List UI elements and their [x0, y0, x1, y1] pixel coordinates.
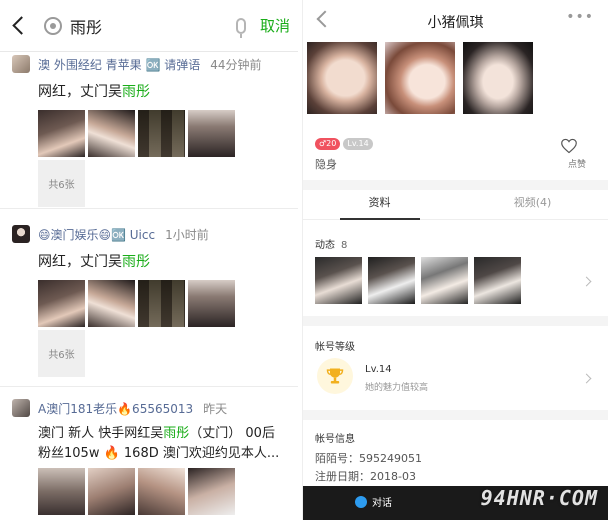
post-text-plain: 网红，丈门吴	[38, 254, 122, 270]
trophy-icon	[317, 358, 353, 394]
chat-label: 对话	[372, 498, 392, 509]
profile-photos	[303, 42, 608, 114]
dynamics-label: 动态	[315, 240, 335, 251]
more-options-icon[interactable]: •••	[566, 9, 594, 25]
chat-bubble-icon	[355, 495, 367, 508]
search-box[interactable]: 雨彤	[44, 14, 236, 38]
more-photos[interactable]: 共6张	[38, 330, 85, 377]
post-time: 1小时前	[165, 227, 209, 242]
divider	[0, 386, 298, 387]
divider	[0, 208, 298, 209]
post-header: 😄澳门娱乐😄🆗 Uicc 1小时前	[0, 224, 298, 244]
moment-post: 😄澳门娱乐😄🆗 Uicc 1小时前 网红，丈门吴雨彤 共6张	[0, 224, 298, 377]
profile-badges: ♂20 Lv.14	[315, 138, 373, 150]
post-text: 网红，丈门吴雨彤	[38, 82, 298, 102]
post-photo[interactable]	[38, 468, 85, 515]
post-text-plain: （丈门） 00后	[189, 426, 275, 441]
post-photo[interactable]	[188, 280, 235, 327]
profile-tabs: 资料 视频(4)	[303, 190, 608, 220]
profile-photo[interactable]	[307, 42, 377, 114]
avatar[interactable]	[12, 55, 30, 73]
heart-icon[interactable]	[560, 138, 578, 154]
post-header: 澳 外围经纪 青苹果 🆗 请弹语 44分钟前	[0, 54, 298, 74]
dynamics-photo[interactable]	[315, 257, 362, 304]
post-time: 44分钟前	[210, 57, 262, 72]
post-photo[interactable]	[88, 280, 135, 327]
level-badge: Lv.14	[343, 138, 373, 150]
post-author[interactable]: A澳门181老乐🔥65565013	[38, 400, 193, 417]
search-icon	[44, 16, 62, 35]
section-divider	[303, 410, 608, 420]
post-text: 澳门 新人 快手网红吴雨彤（丈门） 00后 粉丝105w 🔥 168D 澳门欢迎…	[38, 424, 298, 464]
profile-top-bar: 小猪佩琪 •••	[303, 0, 608, 42]
post-time: 昨天	[203, 401, 228, 416]
wechat-search-panel: 雨彤 取消 澳 外围经纪 青苹果 🆗 请弹语 44分钟前 网红，丈门吴雨彤 共6…	[0, 0, 298, 520]
cancel-button[interactable]: 取消	[260, 15, 290, 36]
post-images	[38, 280, 298, 327]
chat-button[interactable]: 对话	[355, 494, 392, 509]
tab-profile[interactable]: 资料	[303, 190, 456, 220]
post-author[interactable]: 澳 外围经纪 青苹果 🆗 请弹语	[38, 56, 200, 73]
post-text-plain: 澳门 新人 快手网红吴	[38, 426, 164, 441]
post-text-highlight: 雨彤	[122, 84, 150, 100]
like-button[interactable]: 点赞	[568, 157, 586, 170]
moment-post: A澳门181老乐🔥65565013 昨天 澳门 新人 快手网红吴雨彤（丈门） 0…	[0, 398, 298, 515]
post-photo[interactable]	[88, 110, 135, 157]
chevron-right-icon[interactable]	[581, 373, 592, 384]
moment-post: 澳 外围经纪 青苹果 🆗 请弹语 44分钟前 网红，丈门吴雨彤 共6张	[0, 54, 298, 207]
search-input[interactable]: 雨彤	[70, 14, 102, 38]
post-photo[interactable]	[38, 280, 85, 327]
post-images	[38, 110, 298, 157]
post-author[interactable]: 😄澳门娱乐😄🆗 Uicc	[38, 226, 155, 243]
post-text: 网红，丈门吴雨彤	[38, 252, 298, 272]
post-text-plain: 网红，丈门吴	[38, 84, 122, 100]
level-section-title: 帐号等级	[315, 342, 355, 353]
avatar[interactable]	[12, 399, 30, 417]
post-photo[interactable]	[88, 468, 135, 515]
dynamics-photo[interactable]	[474, 257, 521, 304]
momo-id: 陌陌号：595249051	[315, 452, 422, 465]
post-text-highlight: 雨彤	[163, 426, 190, 441]
dynamics-photo[interactable]	[421, 257, 468, 304]
post-photo[interactable]	[138, 468, 185, 515]
post-text-line2: 粉丝105w 🔥 168D 澳门欢迎约见本人...	[38, 446, 280, 461]
post-photo[interactable]	[188, 110, 235, 157]
online-status: 隐身	[315, 158, 337, 171]
post-photo[interactable]	[138, 280, 185, 327]
dynamics-header: 动态 8	[315, 236, 347, 251]
dynamics-count: 8	[341, 240, 348, 251]
account-level: Lv.14	[365, 364, 392, 375]
post-photo[interactable]	[188, 468, 235, 515]
chevron-right-icon[interactable]	[581, 276, 592, 287]
avatar[interactable]	[12, 225, 30, 243]
section-divider	[303, 316, 608, 326]
back-arrow-icon[interactable]	[8, 15, 30, 37]
section-divider	[303, 180, 608, 190]
post-header: A澳门181老乐🔥65565013 昨天	[0, 398, 298, 418]
dynamics-photos[interactable]	[315, 257, 521, 304]
post-text-highlight: 雨彤	[122, 254, 150, 270]
info-section-title: 帐号信息	[315, 434, 355, 445]
gender-age-badge: ♂20	[315, 138, 341, 150]
profile-photo[interactable]	[463, 42, 533, 114]
profile-name: 小猪佩琪	[427, 15, 484, 31]
watermark: 94HNR·COM	[480, 486, 598, 510]
tab-videos[interactable]: 视频(4)	[456, 190, 608, 219]
profile-panel: 小猪佩琪 ••• ♂20 Lv.14 隐身 点赞 资料 视频(4) 动态 8 帐号…	[302, 0, 608, 520]
post-images	[38, 468, 298, 515]
microphone-icon[interactable]	[235, 17, 246, 38]
charm-description: 她的魅力值较高	[365, 383, 429, 393]
dynamics-photo[interactable]	[368, 257, 415, 304]
profile-photo[interactable]	[385, 42, 455, 114]
search-top-bar: 雨彤 取消	[0, 0, 298, 52]
register-date: 注册日期：2018-03	[315, 470, 416, 483]
post-photo[interactable]	[138, 110, 185, 157]
more-photos[interactable]: 共6张	[38, 160, 85, 207]
post-photo[interactable]	[38, 110, 85, 157]
